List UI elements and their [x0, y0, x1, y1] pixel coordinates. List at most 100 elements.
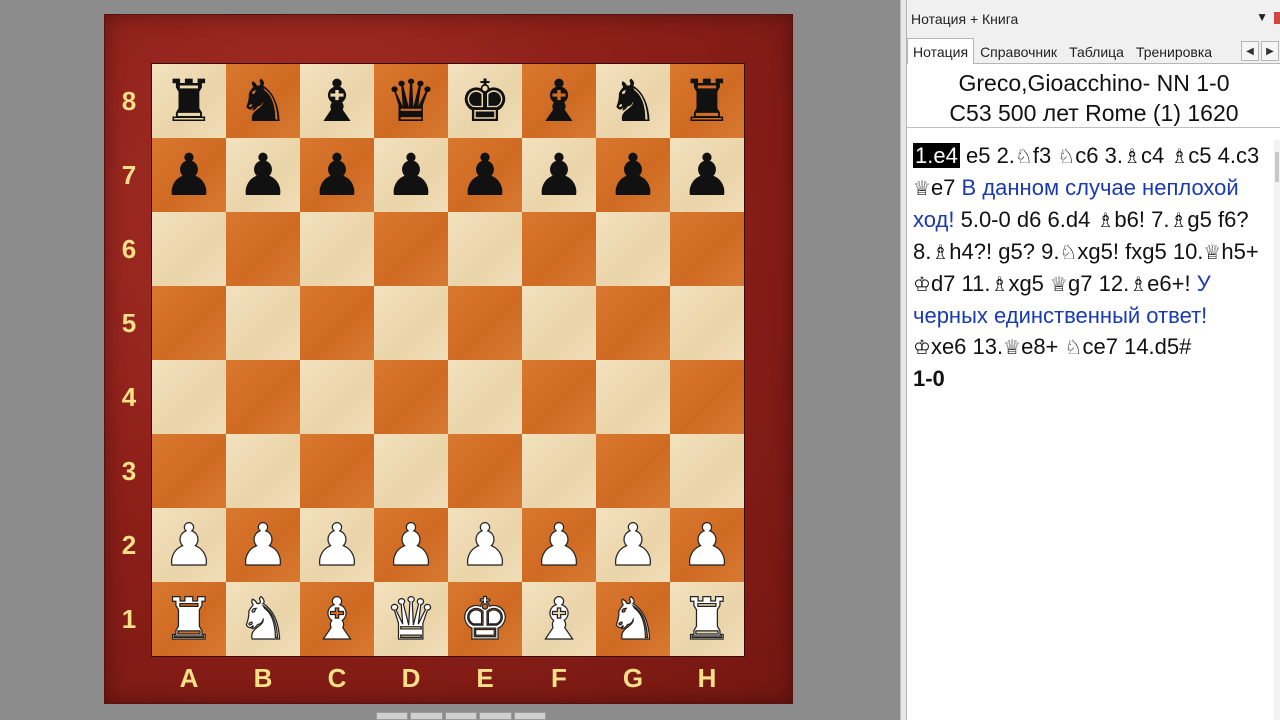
square-c4[interactable] — [300, 360, 374, 434]
square-b7[interactable]: ♟ — [226, 138, 300, 212]
white-knight-icon[interactable]: ♞ — [606, 589, 659, 648]
white-bishop-icon[interactable]: ♝ — [310, 589, 363, 648]
move[interactable]: g5? — [998, 239, 1035, 264]
square-h2[interactable]: ♟ — [670, 508, 744, 582]
move[interactable]: 5.0-0 — [961, 207, 1011, 232]
black-rook-icon[interactable]: ♜ — [681, 72, 733, 130]
black-pawn-icon[interactable]: ♟ — [533, 146, 585, 204]
move[interactable]: f6? — [1218, 207, 1249, 232]
square-f1[interactable]: ♝ — [522, 582, 596, 656]
white-king-icon[interactable]: ♚ — [458, 589, 511, 648]
square-d1[interactable]: ♛ — [374, 582, 448, 656]
square-c1[interactable]: ♝ — [300, 582, 374, 656]
white-knight-icon[interactable]: ♞ — [236, 589, 289, 648]
square-e7[interactable]: ♟ — [448, 138, 522, 212]
move[interactable]: ♘ce7 — [1065, 334, 1118, 359]
square-f6[interactable] — [522, 212, 596, 286]
white-pawn-icon[interactable]: ♟ — [680, 515, 733, 574]
black-bishop-icon[interactable]: ♝ — [311, 72, 363, 130]
square-f5[interactable] — [522, 286, 596, 360]
white-queen-icon[interactable]: ♛ — [384, 589, 437, 648]
white-pawn-icon[interactable]: ♟ — [310, 515, 363, 574]
square-g1[interactable]: ♞ — [596, 582, 670, 656]
square-e2[interactable]: ♟ — [448, 508, 522, 582]
move[interactable]: ♕e7 — [913, 175, 955, 200]
square-g5[interactable] — [596, 286, 670, 360]
square-d2[interactable]: ♟ — [374, 508, 448, 582]
toolbar-button[interactable] — [444, 712, 478, 720]
white-pawn-icon[interactable]: ♟ — [162, 515, 215, 574]
black-pawn-icon[interactable]: ♟ — [607, 146, 659, 204]
move[interactable]: 6.d4 — [1047, 207, 1090, 232]
white-rook-icon[interactable]: ♜ — [162, 589, 215, 648]
square-g8[interactable]: ♞ — [596, 64, 670, 138]
square-h3[interactable] — [670, 434, 744, 508]
white-bishop-icon[interactable]: ♝ — [532, 589, 585, 648]
square-g7[interactable]: ♟ — [596, 138, 670, 212]
square-h1[interactable]: ♜ — [670, 582, 744, 656]
black-rook-icon[interactable]: ♜ — [163, 72, 215, 130]
bottom-toolbar-strip[interactable] — [376, 712, 547, 720]
black-pawn-icon[interactable]: ♟ — [311, 146, 363, 204]
square-f7[interactable]: ♟ — [522, 138, 596, 212]
square-d8[interactable]: ♛ — [374, 64, 448, 138]
square-h6[interactable] — [670, 212, 744, 286]
square-a7[interactable]: ♟ — [152, 138, 226, 212]
square-c6[interactable] — [300, 212, 374, 286]
move[interactable]: 2.♘f3 — [997, 143, 1052, 168]
square-a5[interactable] — [152, 286, 226, 360]
move[interactable]: 7.♗g5 — [1151, 207, 1212, 232]
notation-scrollbar[interactable] — [1274, 140, 1280, 720]
square-a3[interactable] — [152, 434, 226, 508]
square-d6[interactable] — [374, 212, 448, 286]
move[interactable]: 8.♗h4?! — [913, 239, 992, 264]
move[interactable]: ♔d7 — [913, 271, 955, 296]
black-bishop-icon[interactable]: ♝ — [533, 72, 585, 130]
square-d7[interactable]: ♟ — [374, 138, 448, 212]
move[interactable]: 11.♗xg5 — [962, 271, 1044, 296]
square-a6[interactable] — [152, 212, 226, 286]
move[interactable]: 1.e4 — [913, 143, 960, 168]
move[interactable]: ♗c5 — [1170, 143, 1211, 168]
square-c2[interactable]: ♟ — [300, 508, 374, 582]
square-c7[interactable]: ♟ — [300, 138, 374, 212]
move[interactable]: d6 — [1017, 207, 1041, 232]
black-knight-icon[interactable]: ♞ — [237, 72, 289, 130]
tab-reference[interactable]: Справочник — [974, 39, 1063, 63]
toolbar-button[interactable] — [410, 712, 443, 720]
square-e5[interactable] — [448, 286, 522, 360]
tab-training[interactable]: Тренировка — [1130, 39, 1218, 63]
square-a4[interactable] — [152, 360, 226, 434]
panel-close-button[interactable] — [1274, 12, 1280, 24]
square-e6[interactable] — [448, 212, 522, 286]
white-pawn-icon[interactable]: ♟ — [236, 515, 289, 574]
square-h8[interactable]: ♜ — [670, 64, 744, 138]
move[interactable]: ♗b6! — [1096, 207, 1145, 232]
move[interactable]: 14.d5# — [1124, 334, 1191, 359]
move[interactable]: 13.♕e8+ — [973, 334, 1059, 359]
toolbar-button[interactable] — [513, 712, 547, 720]
panel-menu-arrow-icon[interactable]: ▼ — [1256, 10, 1268, 24]
black-pawn-icon[interactable]: ♟ — [459, 146, 511, 204]
square-h5[interactable] — [670, 286, 744, 360]
white-pawn-icon[interactable]: ♟ — [606, 515, 659, 574]
tab-scroll-left-icon[interactable]: ◀ — [1241, 41, 1259, 61]
square-b2[interactable]: ♟ — [226, 508, 300, 582]
white-rook-icon[interactable]: ♜ — [680, 589, 733, 648]
square-e3[interactable] — [448, 434, 522, 508]
black-pawn-icon[interactable]: ♟ — [163, 146, 215, 204]
toolbar-button[interactable] — [376, 712, 409, 720]
square-b4[interactable] — [226, 360, 300, 434]
move[interactable]: 3.♗c4 — [1105, 143, 1165, 168]
move[interactable]: e5 — [966, 143, 990, 168]
square-b3[interactable] — [226, 434, 300, 508]
square-h7[interactable]: ♟ — [670, 138, 744, 212]
move[interactable]: 9.♘xg5! — [1041, 239, 1119, 264]
black-pawn-icon[interactable]: ♟ — [681, 146, 733, 204]
square-e8[interactable]: ♚ — [448, 64, 522, 138]
chess-board[interactable]: ♜ ♞ ♝ ♛ ♚ ♝ ♞ ♜ ♟ ♟ ♟ ♟ ♟ ♟ ♟ ♟ ♟ ♟ ♟ ♟ ♟ ♟ ♟ ♟ ♜ ♞ ♝ ♛ ♚ ♝ ♞ ♜ — [152, 64, 744, 656]
square-c3[interactable] — [300, 434, 374, 508]
square-g3[interactable] — [596, 434, 670, 508]
square-b6[interactable] — [226, 212, 300, 286]
move[interactable]: ♔xe6 — [913, 334, 966, 359]
